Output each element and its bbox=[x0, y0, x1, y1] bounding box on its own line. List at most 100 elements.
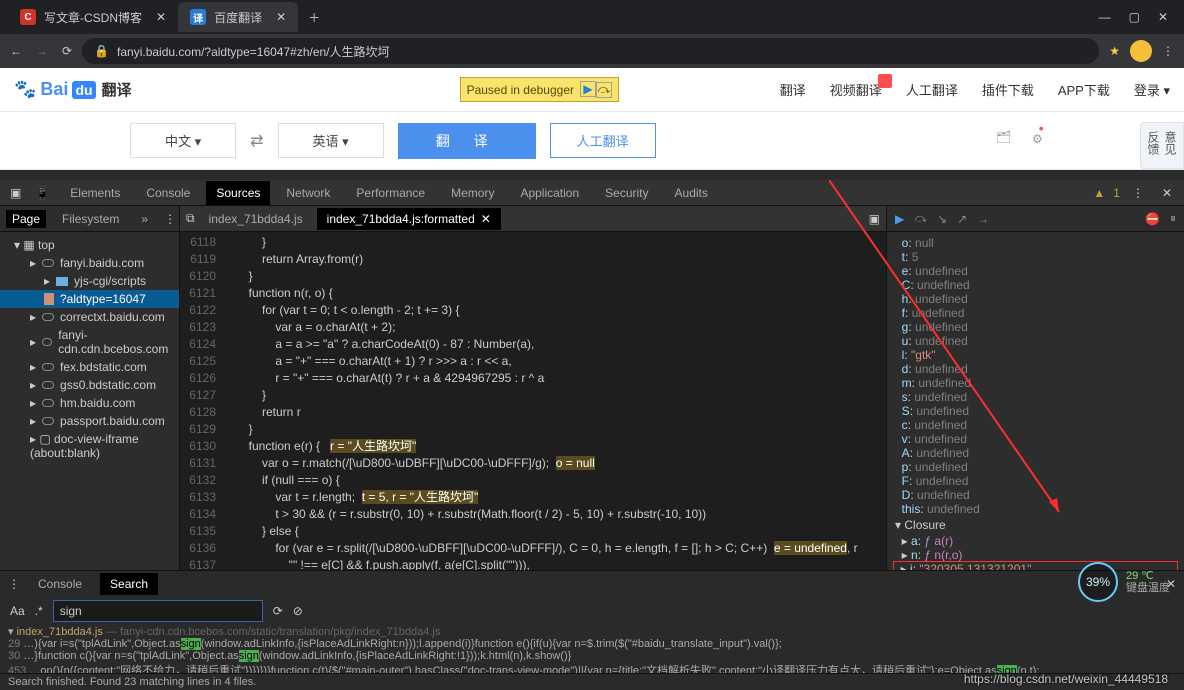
pause-exceptions-icon[interactable]: ⏸ bbox=[1170, 211, 1176, 226]
nav-link[interactable]: 插件下载 bbox=[982, 80, 1034, 99]
drawer-menu-icon[interactable]: ⋮ bbox=[8, 577, 20, 591]
nav-link[interactable]: APP下载 bbox=[1058, 80, 1110, 99]
fanyi-icon: 译 bbox=[190, 9, 206, 25]
drawer-tab[interactable]: Search bbox=[100, 573, 158, 595]
window-controls: — ▢ ✕ bbox=[1099, 10, 1176, 24]
tab-baidu-fanyi[interactable]: 译 百度翻译 ✕ bbox=[178, 2, 298, 32]
nav-buttons: ← → ⟳ bbox=[10, 44, 72, 58]
devtools-tab[interactable]: Audits bbox=[665, 181, 718, 205]
star-icon[interactable]: ★ bbox=[1109, 44, 1120, 58]
progress-circle: 39% bbox=[1078, 562, 1118, 602]
tree-node[interactable]: ▸ hm.baidu.com bbox=[0, 394, 179, 412]
tree-node[interactable]: ▸ fanyi.baidu.com bbox=[0, 254, 179, 272]
swap-lang-icon[interactable]: ⇄ bbox=[250, 131, 263, 151]
lock-icon: 🔒 bbox=[94, 44, 109, 58]
tree-node[interactable]: ▸ fex.bdstatic.com bbox=[0, 358, 179, 376]
nav-link[interactable]: 人工翻译 bbox=[906, 80, 958, 99]
menu-icon[interactable]: ⋮ bbox=[1162, 44, 1174, 58]
devtools-close-icon[interactable]: ✕ bbox=[1156, 186, 1178, 200]
nav-link[interactable]: 视频翻译 bbox=[830, 80, 882, 99]
code-tab[interactable]: index_71bdda4.js:formatted ✕ bbox=[317, 208, 501, 230]
open-file-icon[interactable]: ⧉ bbox=[186, 211, 195, 226]
minimize-icon[interactable]: — bbox=[1099, 10, 1111, 24]
code-tab[interactable]: index_71bdda4.js bbox=[199, 208, 313, 230]
new-tab-button[interactable]: ＋ bbox=[298, 9, 330, 26]
csdn-icon: C bbox=[20, 9, 36, 25]
tree-node[interactable]: ▸ fanyi-cdn.cdn.bcebos.com bbox=[0, 326, 179, 358]
resume-icon[interactable]: ▶ bbox=[580, 81, 596, 97]
tab-close-icon[interactable]: ✕ bbox=[156, 10, 166, 24]
back-icon[interactable]: ← bbox=[10, 44, 22, 58]
tree-node[interactable]: ▸ yjs-cgi/scripts bbox=[0, 272, 179, 290]
inspect-icon[interactable]: ▣ bbox=[6, 186, 25, 200]
url-input[interactable]: 🔒 fanyi.baidu.com/?aldtype=16047#zh/en/人… bbox=[82, 38, 1099, 64]
settings-icon[interactable]: ⚙ bbox=[1032, 130, 1054, 152]
search-result-row[interactable]: 30 …}function c(){var n=s("tplAdLink",Ob… bbox=[8, 650, 1176, 662]
temperature-widget: 39% 29 ℃键盘温度 bbox=[1078, 562, 1170, 602]
nav-tab-page[interactable]: Page bbox=[6, 210, 46, 228]
nav-tab-more[interactable]: » bbox=[135, 210, 154, 228]
warning-badge[interactable]: ▲ 1 bbox=[1093, 186, 1120, 200]
devtools-menu-icon[interactable]: ⋮ bbox=[1126, 186, 1150, 200]
tab-csdn[interactable]: C 写文章-CSDN博客 ✕ bbox=[8, 2, 178, 32]
profile-icon[interactable] bbox=[1130, 40, 1152, 62]
nav-more-icon[interactable]: ⋮ bbox=[164, 212, 176, 226]
reload-icon[interactable]: ⟳ bbox=[62, 44, 72, 58]
device-icon[interactable]: 📱 bbox=[31, 186, 54, 200]
step-out-icon[interactable]: ↗ bbox=[957, 212, 967, 226]
translate-button[interactable]: 翻 译 bbox=[398, 123, 536, 159]
devtools-tab[interactable]: Security bbox=[595, 181, 658, 205]
clear-icon[interactable]: ⊘ bbox=[293, 604, 303, 618]
step-over-icon[interactable]: ⤼ bbox=[914, 211, 927, 226]
step-icon[interactable]: → bbox=[977, 212, 989, 226]
history-icon[interactable]: 🗂 bbox=[996, 130, 1018, 152]
nav-tab-filesystem[interactable]: Filesystem bbox=[56, 210, 125, 228]
close-icon[interactable]: ✕ bbox=[481, 212, 491, 226]
devtools-panel: ▣ 📱 Elements Console Sources Network Per… bbox=[0, 180, 1184, 690]
step-over-icon[interactable]: ⤼ bbox=[596, 82, 612, 98]
tree-node[interactable]: ▸ gss0.bdstatic.com bbox=[0, 376, 179, 394]
devtools-tab[interactable]: Console bbox=[136, 181, 200, 205]
tab-close-icon[interactable]: ✕ bbox=[276, 10, 286, 24]
devtools-tab[interactable]: Sources bbox=[206, 181, 270, 205]
page-nav: 翻译 视频翻译 人工翻译 插件下载 APP下载 登录 ▾ bbox=[780, 80, 1170, 99]
devtools-tab[interactable]: Network bbox=[276, 181, 340, 205]
target-lang-select[interactable]: 英语 ▾ bbox=[278, 123, 384, 158]
nav-link[interactable]: 翻译 bbox=[780, 80, 806, 99]
close-icon[interactable]: ✕ bbox=[1158, 10, 1168, 24]
watermark: https://blog.csdn.net/weixin_44449518 bbox=[964, 672, 1168, 686]
browser-tab-strip: C 写文章-CSDN博客 ✕ 译 百度翻译 ✕ ＋ — ▢ ✕ bbox=[0, 0, 1184, 34]
source-lang-select[interactable]: 中文 ▾ bbox=[130, 123, 236, 158]
toggle-sidebar-icon[interactable]: ▣ bbox=[863, 212, 886, 226]
forward-icon[interactable]: → bbox=[36, 44, 48, 58]
nav-link[interactable]: 登录 ▾ bbox=[1134, 80, 1170, 99]
baidu-logo[interactable]: 🐾 Baidu 翻译 bbox=[14, 79, 132, 100]
regex-icon[interactable]: .* bbox=[35, 604, 43, 618]
tree-node[interactable]: ▸ correctxt.baidu.com bbox=[0, 308, 179, 326]
match-case-icon[interactable]: Aa bbox=[10, 604, 25, 618]
feedback-tab[interactable]: 意见 反馈 bbox=[1140, 122, 1184, 169]
devtools-tab[interactable]: Application bbox=[510, 181, 589, 205]
human-translate-button[interactable]: 人工翻译 bbox=[550, 123, 656, 158]
devtools-tab[interactable]: Elements bbox=[60, 181, 130, 205]
search-result-row[interactable]: 29 …){var i=s("tplAdLink",Object.assign(… bbox=[8, 638, 1176, 650]
paused-in-debugger-badge: Paused in debugger ▶⤼ bbox=[460, 77, 619, 102]
address-bar: ← → ⟳ 🔒 fanyi.baidu.com/?aldtype=16047#z… bbox=[0, 34, 1184, 68]
deactivate-bp-icon[interactable]: ⛔ bbox=[1145, 212, 1160, 226]
tree-node[interactable]: ?aldtype=16047 bbox=[0, 290, 179, 308]
devtools-tab[interactable]: Performance bbox=[346, 181, 435, 205]
tab-title: 百度翻译 bbox=[214, 9, 262, 26]
devtools-tab[interactable]: Memory bbox=[441, 181, 504, 205]
search-input[interactable] bbox=[53, 600, 263, 622]
tree-node[interactable]: ▾ ▦ top bbox=[0, 236, 179, 254]
devtools-tabs: ▣ 📱 Elements Console Sources Network Per… bbox=[0, 180, 1184, 206]
drawer-tab[interactable]: Console bbox=[28, 573, 92, 595]
step-into-icon[interactable]: ↘ bbox=[937, 212, 947, 226]
maximize-icon[interactable]: ▢ bbox=[1129, 10, 1140, 24]
tree-node[interactable]: ▸ ▢ doc-view-iframe (about:blank) bbox=[0, 430, 179, 462]
tree-node[interactable]: ▸ passport.baidu.com bbox=[0, 412, 179, 430]
page-header: 🐾 Baidu 翻译 Paused in debugger ▶⤼ 翻译 视频翻译… bbox=[0, 68, 1184, 112]
translation-controls: 中文 ▾ ⇄ 英语 ▾ 翻 译 人工翻译 🗂 ⚙ 意见 反馈 bbox=[0, 112, 1184, 170]
refresh-icon[interactable]: ⟳ bbox=[273, 604, 283, 618]
resume-icon[interactable]: ▶ bbox=[895, 212, 904, 226]
